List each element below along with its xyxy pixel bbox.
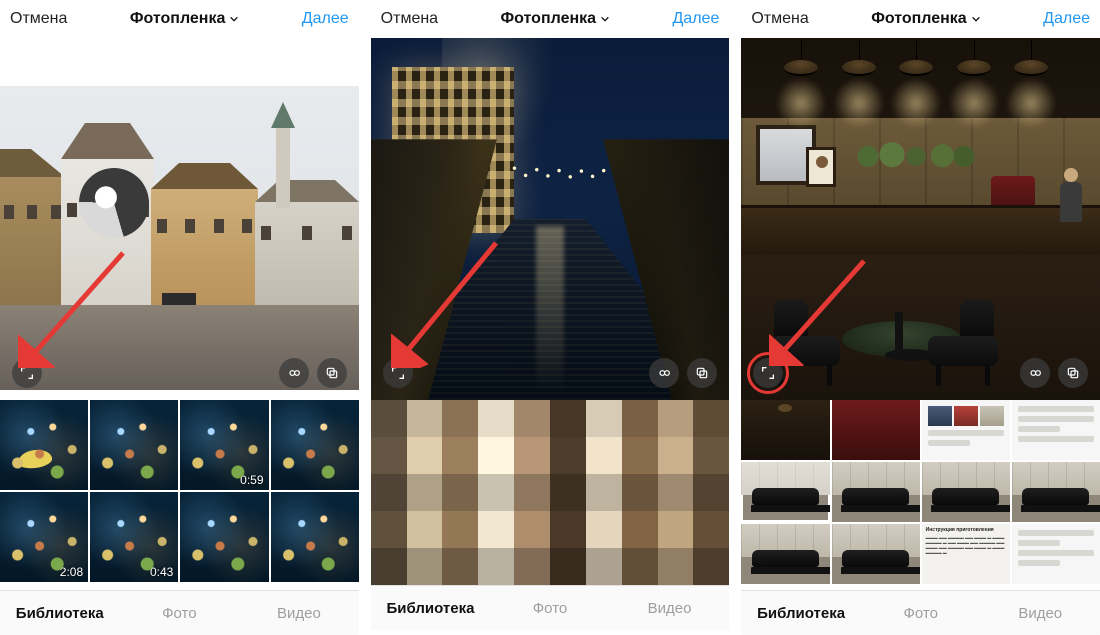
header: Отмена Фотопленка Далее <box>371 0 730 38</box>
tab-video[interactable]: Видео <box>980 591 1100 635</box>
preview-image <box>0 86 359 390</box>
preview-area[interactable] <box>371 38 730 400</box>
tab-photo[interactable]: Фото <box>120 591 240 635</box>
preview-image <box>371 38 730 400</box>
source-picker[interactable]: Фотопленка <box>501 10 611 28</box>
tab-photo[interactable]: Фото <box>490 586 610 630</box>
tab-video[interactable]: Видео <box>239 591 359 635</box>
phone-screen-2: Отмена Фотопленка Далее <box>371 0 730 635</box>
tab-library[interactable]: Библиотека <box>741 591 861 635</box>
thumbnail[interactable] <box>922 462 1010 522</box>
boomerang-button[interactable] <box>279 358 309 388</box>
chevron-down-icon <box>971 14 981 24</box>
thumbnail[interactable] <box>741 524 829 584</box>
thumbnail[interactable]: 0:59 <box>180 400 268 490</box>
boomerang-icon <box>656 365 672 381</box>
chevron-down-icon <box>600 14 610 24</box>
thumbnail-grid-blurred[interactable] <box>371 400 730 585</box>
source-title: Фотопленка <box>501 10 597 28</box>
bottom-tabs: Библиотека Фото Видео <box>0 590 359 635</box>
source-picker[interactable]: Фотопленка <box>871 10 981 28</box>
thumbnail[interactable] <box>832 524 920 584</box>
header: Отмена Фотопленка Далее <box>0 0 359 38</box>
expand-button[interactable] <box>12 358 42 388</box>
expand-crop-icon <box>19 365 35 381</box>
multi-select-icon <box>1065 365 1081 381</box>
multi-select-button[interactable] <box>317 358 347 388</box>
expand-crop-icon <box>760 365 776 381</box>
thumbnail[interactable] <box>271 400 359 490</box>
thumbnail[interactable]: Инструкция приготовления ▬▬▬ ▬▬ ▬▬▬▬ ▬▬ … <box>922 524 1010 584</box>
boomerang-button[interactable] <box>1020 358 1050 388</box>
thumbnail[interactable] <box>0 400 88 490</box>
bottom-tabs: Библиотека Фото Видео <box>371 585 730 630</box>
video-duration: 2:08 <box>60 565 83 579</box>
thumbnail[interactable] <box>922 400 1010 460</box>
header: Отмена Фотопленка Далее <box>741 0 1100 38</box>
next-button[interactable]: Далее <box>302 10 349 28</box>
doc-title: Инструкция приготовления <box>926 528 1006 533</box>
source-picker[interactable]: Фотопленка <box>130 10 240 28</box>
bottom-tabs: Библиотека Фото Видео <box>741 590 1100 635</box>
boomerang-icon <box>1027 365 1043 381</box>
phone-screen-1: Отмена Фотопленка Далее <box>0 0 359 635</box>
tab-video[interactable]: Видео <box>610 586 730 630</box>
video-duration: 0:59 <box>240 473 263 487</box>
cancel-button[interactable]: Отмена <box>10 10 67 28</box>
tab-library[interactable]: Библиотека <box>0 591 120 635</box>
multi-select-icon <box>324 365 340 381</box>
thumbnail[interactable] <box>180 492 268 582</box>
preview-area[interactable] <box>0 38 359 400</box>
multi-select-icon <box>694 365 710 381</box>
thumbnail[interactable] <box>271 492 359 582</box>
thumbnail-grid[interactable]: 0:59 2:08 0:43 <box>0 400 359 590</box>
preview-image <box>741 38 1100 400</box>
boomerang-icon <box>286 365 302 381</box>
next-button[interactable]: Далее <box>1043 10 1090 28</box>
thumbnail[interactable] <box>832 400 920 460</box>
thumbnail[interactable]: 2:08 <box>0 492 88 582</box>
video-duration: 0:43 <box>150 565 173 579</box>
multi-select-button[interactable] <box>1058 358 1088 388</box>
expand-button[interactable] <box>383 358 413 388</box>
thumbnail[interactable] <box>1012 524 1100 584</box>
cancel-button[interactable]: Отмена <box>751 10 808 28</box>
tab-photo[interactable]: Фото <box>861 591 981 635</box>
thumbnail[interactable] <box>1012 462 1100 522</box>
thumbnail[interactable]: 0:43 <box>90 492 178 582</box>
tab-library[interactable]: Библиотека <box>371 586 491 630</box>
cancel-button[interactable]: Отмена <box>381 10 438 28</box>
next-button[interactable]: Далее <box>672 10 719 28</box>
thumbnail[interactable] <box>90 400 178 490</box>
thumbnail-grid[interactable]: Инструкция приготовления ▬▬▬ ▬▬ ▬▬▬▬ ▬▬ … <box>741 400 1100 590</box>
thumbnail-selected[interactable] <box>741 462 829 522</box>
thumbnail[interactable] <box>741 400 829 460</box>
chevron-down-icon <box>229 14 239 24</box>
phone-screen-3: Отмена Фотопленка Далее <box>741 0 1100 635</box>
thumbnail[interactable] <box>1012 400 1100 460</box>
source-title: Фотопленка <box>871 10 967 28</box>
source-title: Фотопленка <box>130 10 226 28</box>
preview-area[interactable] <box>741 38 1100 400</box>
expand-crop-icon <box>390 365 406 381</box>
thumbnail[interactable] <box>832 462 920 522</box>
